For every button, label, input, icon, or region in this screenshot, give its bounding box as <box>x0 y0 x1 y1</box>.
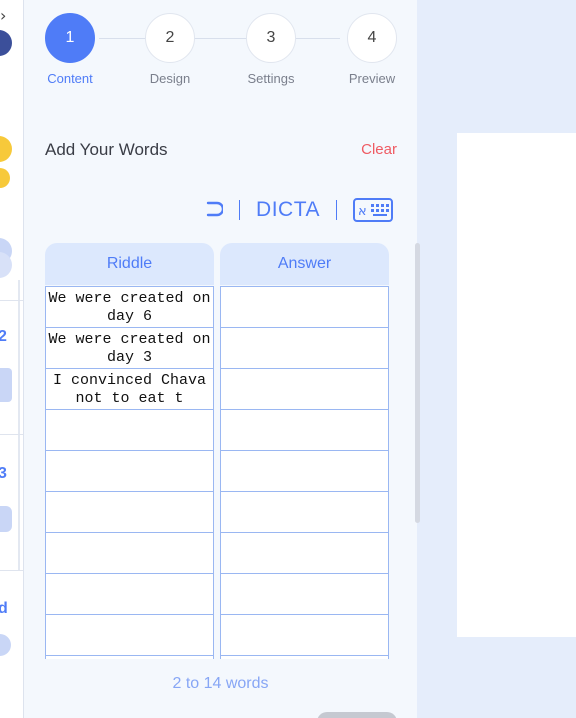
toolbar-divider <box>336 200 337 220</box>
step-design[interactable]: 2 Design <box>140 13 200 86</box>
step-label: Design <box>149 71 191 86</box>
words-table: Riddle Answer We were created on day 6 We… <box>45 243 389 659</box>
toolbar-divider <box>239 200 241 220</box>
owl-icon[interactable] <box>0 30 12 56</box>
chevron-right-icon[interactable]: › <box>0 6 6 25</box>
strip-divider <box>0 300 23 301</box>
step-connector <box>99 38 340 39</box>
step-content[interactable]: 1 Content <box>40 13 100 86</box>
strip-scrollbar[interactable] <box>18 280 20 570</box>
word-toolbar: DICTA א <box>205 196 393 224</box>
svg-text:א: א <box>358 204 367 219</box>
dicta-button[interactable]: DICTA <box>256 198 320 222</box>
undo-icon[interactable] <box>205 198 225 223</box>
list-icon[interactable] <box>0 368 12 402</box>
bulb-icon[interactable] <box>0 136 12 162</box>
clear-button[interactable]: Clear <box>361 141 397 158</box>
answer-cell[interactable] <box>221 492 388 533</box>
riddle-column: We were created on day 6 We were created … <box>45 286 214 659</box>
answer-cell[interactable] <box>221 615 388 656</box>
answer-cell[interactable] <box>221 410 388 451</box>
shield-icon[interactable] <box>0 506 12 532</box>
answer-cell[interactable] <box>221 328 388 369</box>
step-label: Content <box>47 71 93 86</box>
word-count-hint: 2 to 14 words <box>172 675 269 692</box>
riddle-cell[interactable] <box>46 574 213 615</box>
step-preview[interactable]: 4 Preview <box>342 13 402 86</box>
riddle-cell[interactable] <box>46 410 213 451</box>
hand-icon[interactable] <box>0 634 11 656</box>
answer-cell[interactable] <box>221 451 388 492</box>
preview-canvas <box>457 133 576 637</box>
table-scrollbar[interactable] <box>415 243 420 523</box>
bulb-icon[interactable] <box>0 168 10 188</box>
wizard-stepper: 1 Content 2 Design 3 Settings 4 Preview <box>44 13 397 86</box>
answer-cell[interactable] <box>221 574 388 615</box>
strip-number-2[interactable]: 2 <box>0 328 7 346</box>
strip-letter-d[interactable]: d <box>0 600 8 618</box>
riddle-cell[interactable] <box>46 451 213 492</box>
step-label: Settings <box>247 71 295 86</box>
riddle-cell[interactable]: We were created on day 3 <box>46 328 213 369</box>
section-title: Add Your Words <box>45 140 168 159</box>
left-tool-strip: › 2 3 d <box>0 0 24 718</box>
step-label: Preview <box>348 71 396 86</box>
riddle-cell[interactable]: We were created on day 6 <box>46 287 213 328</box>
step-settings[interactable]: 3 Settings <box>241 13 301 86</box>
answer-cell[interactable] <box>221 533 388 574</box>
step-number: 2 <box>145 13 195 63</box>
step-number: 3 <box>246 13 296 63</box>
next-button[interactable] <box>317 712 397 718</box>
strip-divider <box>0 434 23 435</box>
riddle-cell[interactable] <box>46 615 213 656</box>
hebrew-keyboard-icon[interactable]: א <box>353 198 393 222</box>
step-number: 1 <box>45 13 95 63</box>
answer-cell[interactable] <box>221 369 388 410</box>
strip-divider <box>0 570 23 571</box>
column-header-riddle: Riddle <box>45 243 214 285</box>
content-panel: 1 Content 2 Design 3 Settings 4 Preview … <box>24 0 420 718</box>
riddle-cell[interactable] <box>46 492 213 533</box>
column-header-answer: Answer <box>220 243 389 285</box>
answer-column <box>220 286 389 659</box>
riddle-cell[interactable]: I convinced Chava not to eat t <box>46 369 213 410</box>
answer-cell[interactable] <box>221 287 388 328</box>
step-number: 4 <box>347 13 397 63</box>
riddle-cell[interactable] <box>46 533 213 574</box>
strip-number-3[interactable]: 3 <box>0 465 7 483</box>
